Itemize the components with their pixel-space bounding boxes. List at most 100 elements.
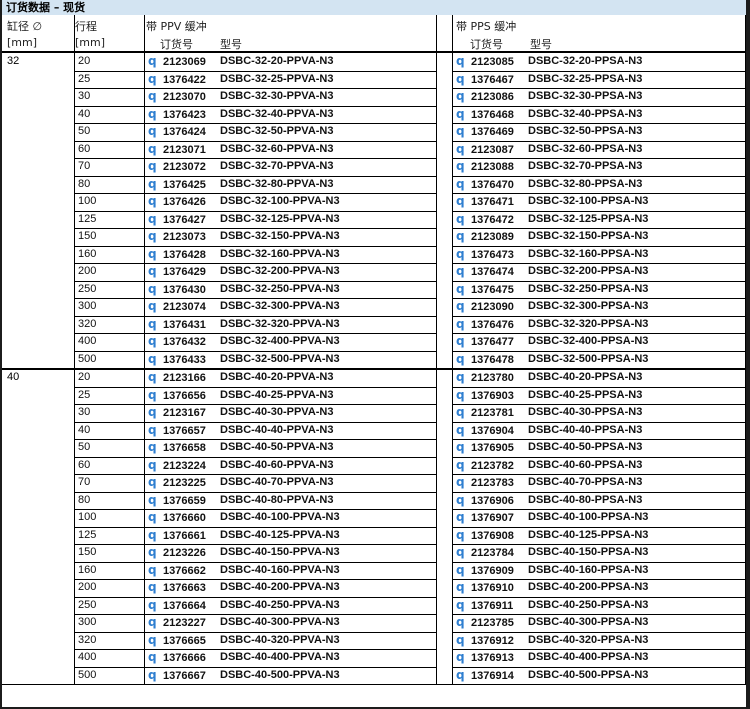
q-order-icon[interactable]: q (456, 316, 468, 333)
q-order-icon[interactable]: q (148, 298, 160, 315)
q-order-icon[interactable]: q (148, 369, 160, 386)
q-order-icon[interactable]: q (456, 281, 468, 298)
pps-order-number[interactable]: q 1376905 (456, 439, 514, 456)
ppv-order-number[interactable]: q 1376667 (148, 667, 206, 684)
q-order-icon[interactable]: q (456, 474, 468, 491)
pps-order-number[interactable]: q 1376913 (456, 649, 514, 666)
ppv-order-number[interactable]: q 1376433 (148, 351, 206, 368)
q-order-icon[interactable]: q (456, 88, 468, 105)
ppv-order-number[interactable]: q 2123226 (148, 544, 206, 561)
ppv-order-number[interactable]: q 1376426 (148, 193, 206, 210)
q-order-icon[interactable]: q (456, 649, 468, 666)
q-order-icon[interactable]: q (456, 632, 468, 649)
ppv-order-number[interactable]: q 2123070 (148, 88, 206, 105)
q-order-icon[interactable]: q (148, 667, 160, 684)
pps-order-number[interactable]: q 1376907 (456, 509, 514, 526)
q-order-icon[interactable]: q (456, 228, 468, 245)
pps-order-number[interactable]: q 2123783 (456, 474, 514, 491)
pps-order-number[interactable]: q 2123086 (456, 88, 514, 105)
pps-order-number[interactable]: q 1376475 (456, 281, 514, 298)
ppv-order-number[interactable]: q 2123073 (148, 228, 206, 245)
pps-order-number[interactable]: q 1376467 (456, 71, 514, 88)
q-order-icon[interactable]: q (148, 246, 160, 263)
pps-order-number[interactable]: q 1376908 (456, 527, 514, 544)
q-order-icon[interactable]: q (456, 667, 468, 684)
q-order-icon[interactable]: q (456, 614, 468, 631)
q-order-icon[interactable]: q (456, 562, 468, 579)
ppv-order-number[interactable]: q 1376665 (148, 632, 206, 649)
pps-order-number[interactable]: q 2123088 (456, 158, 514, 175)
q-order-icon[interactable]: q (456, 298, 468, 315)
pps-order-number[interactable]: q 1376914 (456, 667, 514, 684)
q-order-icon[interactable]: q (148, 351, 160, 368)
ppv-order-number[interactable]: q 1376666 (148, 649, 206, 666)
ppv-order-number[interactable]: q 1376658 (148, 439, 206, 456)
q-order-icon[interactable]: q (456, 597, 468, 614)
pps-order-number[interactable]: q 1376903 (456, 387, 514, 404)
ppv-order-number[interactable]: q 1376424 (148, 123, 206, 140)
ppv-order-number[interactable]: q 1376656 (148, 387, 206, 404)
pps-order-number[interactable]: q 2123784 (456, 544, 514, 561)
ppv-order-number[interactable]: q 2123071 (148, 141, 206, 158)
ppv-order-number[interactable]: q 1376657 (148, 422, 206, 439)
pps-order-number[interactable]: q 2123090 (456, 298, 514, 315)
pps-order-number[interactable]: q 2123087 (456, 141, 514, 158)
pps-order-number[interactable]: q 1376468 (456, 106, 514, 123)
q-order-icon[interactable]: q (456, 422, 468, 439)
q-order-icon[interactable]: q (456, 193, 468, 210)
q-order-icon[interactable]: q (456, 509, 468, 526)
q-order-icon[interactable]: q (148, 158, 160, 175)
q-order-icon[interactable]: q (456, 158, 468, 175)
ppv-order-number[interactable]: q 2123225 (148, 474, 206, 491)
ppv-order-number[interactable]: q 1376423 (148, 106, 206, 123)
q-order-icon[interactable]: q (148, 71, 160, 88)
q-order-icon[interactable]: q (148, 509, 160, 526)
pps-order-number[interactable]: q 1376477 (456, 333, 514, 350)
q-order-icon[interactable]: q (148, 211, 160, 228)
q-order-icon[interactable]: q (456, 579, 468, 596)
pps-order-number[interactable]: q 1376476 (456, 316, 514, 333)
q-order-icon[interactable]: q (456, 404, 468, 421)
pps-order-number[interactable]: q 2123089 (456, 228, 514, 245)
pps-order-number[interactable]: q 1376910 (456, 579, 514, 596)
pps-order-number[interactable]: q 2123780 (456, 369, 514, 386)
ppv-order-number[interactable]: q 1376662 (148, 562, 206, 579)
ppv-order-number[interactable]: q 1376425 (148, 176, 206, 193)
pps-order-number[interactable]: q 2123085 (456, 53, 514, 70)
pps-order-number[interactable]: q 1376472 (456, 211, 514, 228)
ppv-order-number[interactable]: q 2123074 (148, 298, 206, 315)
q-order-icon[interactable]: q (456, 141, 468, 158)
q-order-icon[interactable]: q (148, 474, 160, 491)
q-order-icon[interactable]: q (148, 579, 160, 596)
pps-order-number[interactable]: q 1376904 (456, 422, 514, 439)
q-order-icon[interactable]: q (456, 527, 468, 544)
q-order-icon[interactable]: q (456, 457, 468, 474)
ppv-order-number[interactable]: q 1376429 (148, 263, 206, 280)
q-order-icon[interactable]: q (148, 141, 160, 158)
pps-order-number[interactable]: q 1376474 (456, 263, 514, 280)
q-order-icon[interactable]: q (456, 53, 468, 70)
q-order-icon[interactable]: q (148, 316, 160, 333)
q-order-icon[interactable]: q (456, 263, 468, 280)
q-order-icon[interactable]: q (456, 439, 468, 456)
q-order-icon[interactable]: q (148, 597, 160, 614)
ppv-order-number[interactable]: q 1376431 (148, 316, 206, 333)
pps-order-number[interactable]: q 1376478 (456, 351, 514, 368)
pps-order-number[interactable]: q 2123785 (456, 614, 514, 631)
ppv-order-number[interactable]: q 1376427 (148, 211, 206, 228)
ppv-order-number[interactable]: q 2123224 (148, 457, 206, 474)
q-order-icon[interactable]: q (456, 544, 468, 561)
q-order-icon[interactable]: q (148, 457, 160, 474)
q-order-icon[interactable]: q (148, 88, 160, 105)
q-order-icon[interactable]: q (456, 246, 468, 263)
q-order-icon[interactable]: q (456, 176, 468, 193)
pps-order-number[interactable]: q 1376912 (456, 632, 514, 649)
q-order-icon[interactable]: q (148, 649, 160, 666)
q-order-icon[interactable]: q (148, 176, 160, 193)
q-order-icon[interactable]: q (148, 544, 160, 561)
q-order-icon[interactable]: q (456, 333, 468, 350)
q-order-icon[interactable]: q (148, 106, 160, 123)
q-order-icon[interactable]: q (456, 123, 468, 140)
ppv-order-number[interactable]: q 1376428 (148, 246, 206, 263)
q-order-icon[interactable]: q (148, 123, 160, 140)
